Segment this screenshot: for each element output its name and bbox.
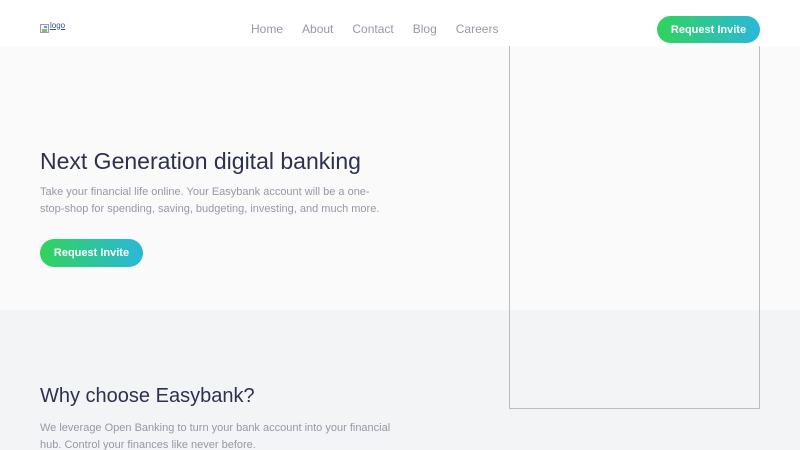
header-request-invite-button[interactable]: Request Invite bbox=[657, 16, 760, 43]
logo-link[interactable]: logo bbox=[40, 20, 66, 33]
hero-description: Take your financial life online. Your Ea… bbox=[40, 186, 380, 215]
nav-home[interactable]: Home bbox=[251, 22, 283, 36]
site-header: logo Home About Contact Blog Careers Req… bbox=[0, 0, 800, 46]
nav-careers[interactable]: Careers bbox=[456, 22, 499, 36]
nav-contact[interactable]: Contact bbox=[352, 22, 393, 36]
broken-image-icon bbox=[40, 24, 49, 33]
logo-alt-text: logo bbox=[50, 20, 66, 30]
features-description: We leverage Open Banking to turn your ba… bbox=[40, 422, 391, 450]
hero-request-invite-button[interactable]: Request Invite bbox=[40, 239, 143, 267]
main-nav: Home About Contact Blog Careers bbox=[251, 22, 498, 36]
nav-about[interactable]: About bbox=[302, 22, 333, 36]
nav-blog[interactable]: Blog bbox=[413, 22, 437, 36]
hero-mockup-image bbox=[509, 46, 760, 409]
landing-page: logo Home About Contact Blog Careers Req… bbox=[0, 0, 800, 450]
features-title: Why choose Easybank? bbox=[40, 385, 255, 407]
hero-title: Next Generation digital banking bbox=[40, 148, 361, 174]
